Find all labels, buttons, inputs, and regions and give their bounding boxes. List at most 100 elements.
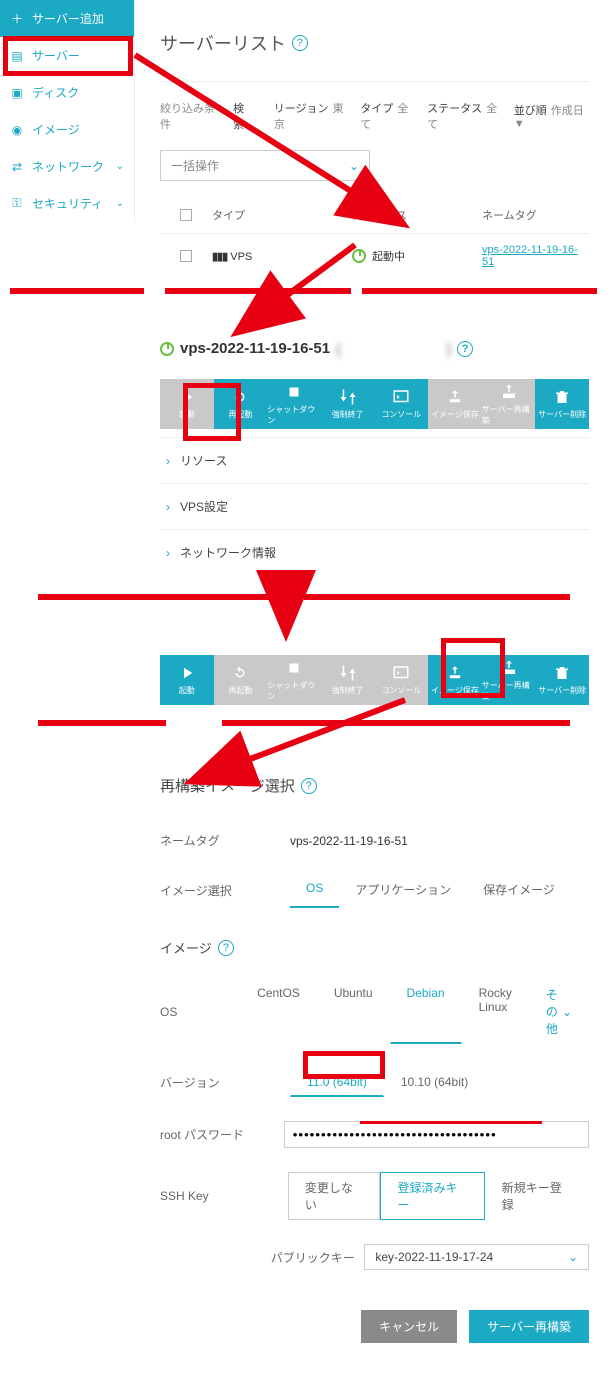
server-icon: ▤ <box>10 49 24 63</box>
rebuild-title: 再構築イメージ選択 ? <box>160 775 589 796</box>
action-delete[interactable]: サーバー削除 <box>535 379 589 429</box>
cell-name: vps-2022-11-19-16-51 <box>482 244 585 268</box>
chevron-down-icon: ⌄ <box>116 198 124 209</box>
ssh-new[interactable]: 新規キー登録 <box>485 1172 589 1220</box>
row-imgsel: イメージ選択 OS アプリケーション 保存イメージ <box>160 861 589 920</box>
image-heading: イメージ ? <box>160 938 589 957</box>
checkbox-row[interactable] <box>180 250 192 262</box>
help-icon[interactable]: ? <box>218 940 234 956</box>
action-force[interactable]: 強制終了 <box>321 655 375 705</box>
image-icon: ◉ <box>10 123 24 137</box>
sidebar-item-server[interactable]: ▤ サーバー <box>0 37 134 74</box>
os-centos[interactable]: CentOS <box>240 979 317 1044</box>
filter-status[interactable]: ステータス全て <box>427 100 500 132</box>
row-root-pwd: root パスワード <box>160 1109 589 1160</box>
plus-icon: ＋ <box>10 10 24 27</box>
chevron-down-icon: ⌄ <box>568 1250 578 1264</box>
action-bar-1: 起動再起動シャットダウン強制終了コンソールイメージ保存サーバー再構築サーバー削除 <box>160 379 589 429</box>
action-console[interactable]: コンソール <box>375 655 429 705</box>
acc-vps[interactable]: ›VPS設定 <box>160 483 589 529</box>
help-icon[interactable]: ? <box>292 35 308 51</box>
help-icon[interactable]: ? <box>457 341 473 357</box>
action-console[interactable]: コンソール <box>375 379 429 429</box>
action-force[interactable]: 強制終了 <box>321 379 375 429</box>
sidebar-item-label: イメージ <box>32 121 80 138</box>
acc-resource[interactable]: ›リソース <box>160 437 589 483</box>
disk-icon: ▣ <box>10 86 24 100</box>
os-more[interactable]: その他⌄ <box>529 979 589 1044</box>
action-rebuild[interactable]: サーバー再構築 <box>482 655 536 705</box>
sidebar-item-label: サーバー <box>32 47 80 64</box>
annotation-bar <box>38 594 272 600</box>
row-os: OS CentOS Ubuntu Debian Rocky Linux その他⌄ <box>160 967 589 1056</box>
annotation-bar <box>360 1121 542 1124</box>
action-rebuild[interactable]: サーバー再構築 <box>482 379 536 429</box>
sidebar-item-disk[interactable]: ▣ ディスク <box>0 74 134 111</box>
th-type: タイプ <box>212 207 332 223</box>
rebuild-button[interactable]: サーバー再構築 <box>469 1310 589 1343</box>
sidebar-item-network[interactable]: ⇄ ネットワーク ⌄ <box>0 148 134 185</box>
root-password-input[interactable] <box>284 1121 589 1148</box>
chevron-down-icon: ⌄ <box>349 159 359 173</box>
action-restart[interactable]: 再起動 <box>214 379 268 429</box>
main: サーバーリスト ? 絞り込み条件 検索- リージョン東京 タイプ全て ステータス… <box>150 0 609 1373</box>
ver-11[interactable]: 11.0 (64bit) <box>290 1068 384 1097</box>
action-start[interactable]: 起動 <box>160 379 214 429</box>
annotation-bar <box>304 594 570 600</box>
tab-saved[interactable]: 保存イメージ <box>467 873 571 908</box>
server-name-link[interactable]: vps-2022-11-19-16-51 <box>482 244 578 268</box>
action-delete[interactable]: サーバー削除 <box>535 655 589 705</box>
annotation-bar <box>38 720 166 726</box>
action-shutdown[interactable]: シャットダウン <box>267 379 321 429</box>
ver-10[interactable]: 10.10 (64bit) <box>384 1068 485 1097</box>
help-icon[interactable]: ? <box>301 778 317 794</box>
filter-row: 絞り込み条件 検索- リージョン東京 タイプ全て ステータス全て 並び順作成日 … <box>160 81 589 132</box>
action-shutdown[interactable]: シャットダウン <box>267 655 321 705</box>
cell-type: ▮▮▮ VPS <box>212 250 332 263</box>
os-debian[interactable]: Debian <box>390 979 462 1044</box>
chevron-down-icon: ⌄ <box>562 1005 572 1019</box>
tab-app[interactable]: アプリケーション <box>339 873 467 908</box>
sidebar-add-server[interactable]: ＋ サーバー追加 <box>0 0 134 37</box>
cell-status: 起動中 <box>352 248 462 264</box>
action-start[interactable]: 起動 <box>160 655 214 705</box>
os-ubuntu[interactable]: Ubuntu <box>317 979 390 1044</box>
filter-type[interactable]: タイプ全て <box>360 100 413 132</box>
page-title: サーバーリスト ? <box>160 30 589 56</box>
footer-buttons: キャンセル サーバー再構築 <box>160 1310 589 1343</box>
annotation-bar <box>10 288 144 294</box>
row-version: バージョン 11.0 (64bit) 10.10 (64bit) <box>160 1056 589 1109</box>
power-icon <box>352 249 366 263</box>
os-rocky[interactable]: Rocky Linux <box>462 979 529 1044</box>
action-imgsave[interactable]: イメージ保存 <box>428 655 482 705</box>
nametag-value: vps-2022-11-19-16-51 <box>290 834 408 848</box>
th-name: ネームタグ <box>482 207 585 223</box>
table-row: ▮▮▮ VPS 起動中 vps-2022-11-19-16-51 <box>160 234 589 278</box>
power-icon <box>160 342 174 356</box>
sidebar-add-label: サーバー追加 <box>32 10 104 27</box>
th-status: ステータス <box>352 207 462 223</box>
chevron-right-icon: › <box>166 546 170 560</box>
sidebar-item-label: ネットワーク <box>32 158 104 175</box>
ssh-keep[interactable]: 変更しない <box>288 1172 381 1220</box>
filter-sort[interactable]: 並び順作成日 ▼ <box>514 102 589 130</box>
action-imgsave[interactable]: イメージ保存 <box>428 379 482 429</box>
sidebar-item-label: ディスク <box>32 84 79 101</box>
ssh-saved[interactable]: 登録済みキー <box>380 1172 484 1220</box>
pubkey-select[interactable]: key-2022-11-19-17-24 ⌄ <box>364 1244 589 1270</box>
sidebar-item-image[interactable]: ◉ イメージ <box>0 111 134 148</box>
tab-os[interactable]: OS <box>290 873 339 908</box>
acc-network[interactable]: ›ネットワーク情報 <box>160 529 589 575</box>
row-pubkey: パブリックキー key-2022-11-19-17-24 ⌄ <box>160 1232 589 1282</box>
annotation-bar <box>362 288 597 294</box>
filter-region[interactable]: リージョン東京 <box>274 100 346 132</box>
filter-search[interactable]: 検索- <box>233 100 260 132</box>
action-restart[interactable]: 再起動 <box>214 655 268 705</box>
checkbox-all[interactable] <box>180 209 192 221</box>
network-icon: ⇄ <box>10 160 24 174</box>
row-ssh: SSH Key 変更しない 登録済みキー 新規キー登録 <box>160 1160 589 1232</box>
cancel-button[interactable]: キャンセル <box>361 1310 457 1343</box>
bulk-select[interactable]: 一括操作 ⌄ <box>160 150 370 181</box>
annotation-bar <box>222 720 570 726</box>
sidebar-item-security[interactable]: ⚿ セキュリティ ⌄ <box>0 185 134 222</box>
